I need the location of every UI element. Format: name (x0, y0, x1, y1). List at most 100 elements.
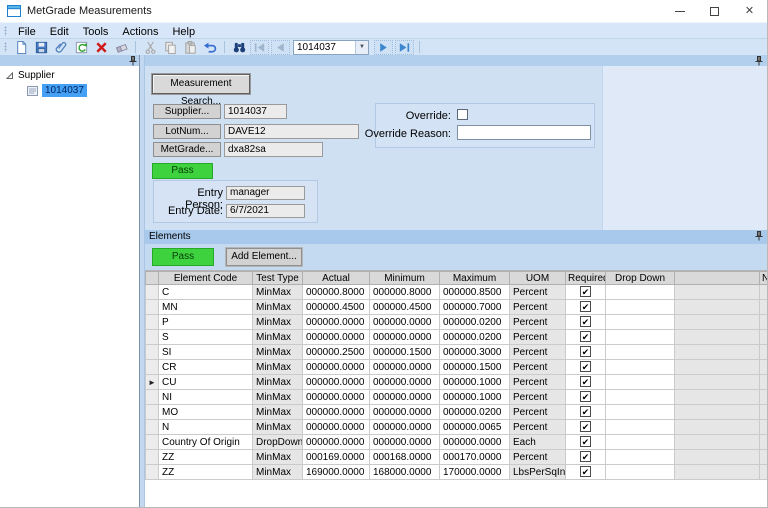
grid-cell-max[interactable]: 000000.0000 (439, 434, 510, 450)
grid-cell-test[interactable]: MinMax (252, 374, 303, 390)
grid-cell-code[interactable]: C (158, 284, 253, 300)
grid-cell-test[interactable]: MinMax (252, 344, 303, 360)
grid-cell-actual[interactable]: 000000.0000 (302, 389, 370, 405)
grid-cell-required[interactable]: ✔ (565, 299, 606, 315)
grid-cell-blank[interactable] (674, 314, 760, 330)
grid-cell-blank[interactable] (674, 389, 760, 405)
grid-cell-blank[interactable] (674, 329, 760, 345)
grid-cell-code[interactable]: SI (158, 344, 253, 360)
grid-cell-blank[interactable] (674, 359, 760, 375)
grid-cell-n[interactable] (759, 464, 767, 480)
menu-item-actions[interactable]: Actions (115, 26, 165, 38)
grid-cell-selector[interactable] (145, 434, 159, 450)
grid-cell-blank[interactable] (674, 464, 760, 480)
grid-cell-uom[interactable]: Percent (509, 329, 566, 345)
grid-cell-dropdown[interactable] (605, 434, 675, 450)
grid-cell-uom[interactable]: Percent (509, 374, 566, 390)
grid-cell-code[interactable]: CU (158, 374, 253, 390)
minimize-button[interactable] (662, 0, 697, 22)
grid-cell-test[interactable]: DropDown (252, 434, 303, 450)
grid-cell-dropdown[interactable] (605, 359, 675, 375)
grid-cell-code[interactable]: Country Of Origin (158, 434, 253, 450)
override-reason-input[interactable] (457, 125, 591, 140)
grid-cell-dropdown[interactable] (605, 464, 675, 480)
grid-cell-actual[interactable]: 000000.8000 (302, 284, 370, 300)
grid-cell-selector[interactable] (145, 314, 159, 330)
required-checkbox[interactable]: ✔ (580, 361, 591, 373)
grid-cell-blank[interactable] (674, 374, 760, 390)
grid-cell-actual[interactable]: 000000.0000 (302, 434, 370, 450)
grid-header-actual[interactable]: Actual (302, 271, 370, 285)
grid-cell-n[interactable] (759, 299, 767, 315)
grid-cell-n[interactable] (759, 344, 767, 360)
grid-header-test[interactable]: Test Type (252, 271, 303, 285)
grid-cell-n[interactable] (759, 314, 767, 330)
elements-pin-icon[interactable] (755, 231, 763, 241)
required-checkbox[interactable]: ✔ (580, 331, 591, 343)
grid-cell-test[interactable]: MinMax (252, 449, 303, 465)
grid-header-selector[interactable] (145, 271, 159, 285)
toolbar-new-button[interactable] (11, 39, 31, 55)
grid-cell-required[interactable]: ✔ (565, 329, 606, 345)
grid-cell-dropdown[interactable] (605, 449, 675, 465)
grid-cell-uom[interactable]: Percent (509, 419, 566, 435)
grid-header-min[interactable]: Minimum (369, 271, 440, 285)
grid-cell-selector[interactable] (145, 344, 159, 360)
grid-cell-dropdown[interactable] (605, 329, 675, 345)
menu-item-file[interactable]: File (11, 26, 43, 38)
elements-status-button[interactable]: Pass (152, 248, 214, 266)
supplier-value-field[interactable]: 1014037 (224, 104, 287, 119)
grid-header-max[interactable]: Maximum (439, 271, 510, 285)
grid-cell-actual[interactable]: 000000.0000 (302, 374, 370, 390)
grid-cell-selector[interactable] (145, 419, 159, 435)
grid-cell-actual[interactable]: 000000.0000 (302, 314, 370, 330)
toolbar-clear-button[interactable] (111, 39, 131, 55)
lotnum-value-field[interactable]: DAVE12 (224, 124, 359, 139)
grid-cell-test[interactable]: MinMax (252, 464, 303, 480)
tree-node-record[interactable]: 1014037 (27, 84, 87, 97)
required-checkbox[interactable]: ✔ (580, 466, 591, 478)
grid-cell-min[interactable]: 000168.0000 (369, 449, 440, 465)
grid-cell-code[interactable]: S (158, 329, 253, 345)
grid-cell-max[interactable]: 000000.1500 (439, 359, 510, 375)
grid-cell-dropdown[interactable] (605, 419, 675, 435)
tree-expander-icon[interactable] (6, 71, 14, 80)
grid-cell-n[interactable] (759, 419, 767, 435)
toolbar-refresh-button[interactable] (71, 39, 91, 55)
grid-cell-max[interactable]: 000000.7000 (439, 299, 510, 315)
grid-cell-test[interactable]: MinMax (252, 314, 303, 330)
metgrade-value-field[interactable]: dxa82sa (224, 142, 323, 157)
grid-cell-dropdown[interactable] (605, 389, 675, 405)
grid-cell-n[interactable] (759, 449, 767, 465)
grid-cell-required[interactable]: ✔ (565, 404, 606, 420)
grid-cell-code[interactable]: NI (158, 389, 253, 405)
menu-item-help[interactable]: Help (165, 26, 202, 38)
grid-cell-selector[interactable] (145, 329, 159, 345)
grid-cell-max[interactable]: 000000.1000 (439, 389, 510, 405)
grid-cell-blank[interactable] (674, 299, 760, 315)
grid-cell-required[interactable]: ✔ (565, 464, 606, 480)
grid-cell-uom[interactable]: Percent (509, 404, 566, 420)
grid-cell-n[interactable] (759, 359, 767, 375)
tree-node-supplier[interactable]: Supplier (6, 70, 55, 81)
grid-cell-required[interactable]: ✔ (565, 434, 606, 450)
grid-cell-max[interactable]: 000000.0200 (439, 314, 510, 330)
grid-cell-required[interactable]: ✔ (565, 449, 606, 465)
grid-cell-uom[interactable]: Percent (509, 344, 566, 360)
grid-cell-max[interactable]: 170000.0000 (439, 464, 510, 480)
grid-cell-uom[interactable]: Percent (509, 314, 566, 330)
grid-header-blank[interactable] (674, 271, 760, 285)
grid-cell-n[interactable] (759, 329, 767, 345)
record-combobox[interactable]: ▼ (293, 39, 369, 55)
override-checkbox[interactable] (457, 109, 468, 120)
grid-cell-test[interactable]: MinMax (252, 299, 303, 315)
grid-cell-min[interactable]: 168000.0000 (369, 464, 440, 480)
tree-child-label-selected[interactable]: 1014037 (42, 84, 87, 97)
required-checkbox[interactable]: ✔ (580, 406, 591, 418)
grid-cell-n[interactable] (759, 389, 767, 405)
grid-cell-test[interactable]: MinMax (252, 329, 303, 345)
right-panel-pin-icon[interactable] (755, 56, 763, 66)
grid-cell-selector[interactable]: ► (145, 374, 159, 390)
close-button[interactable]: ✕ (732, 0, 767, 22)
grid-header-required[interactable]: Required (565, 271, 606, 285)
